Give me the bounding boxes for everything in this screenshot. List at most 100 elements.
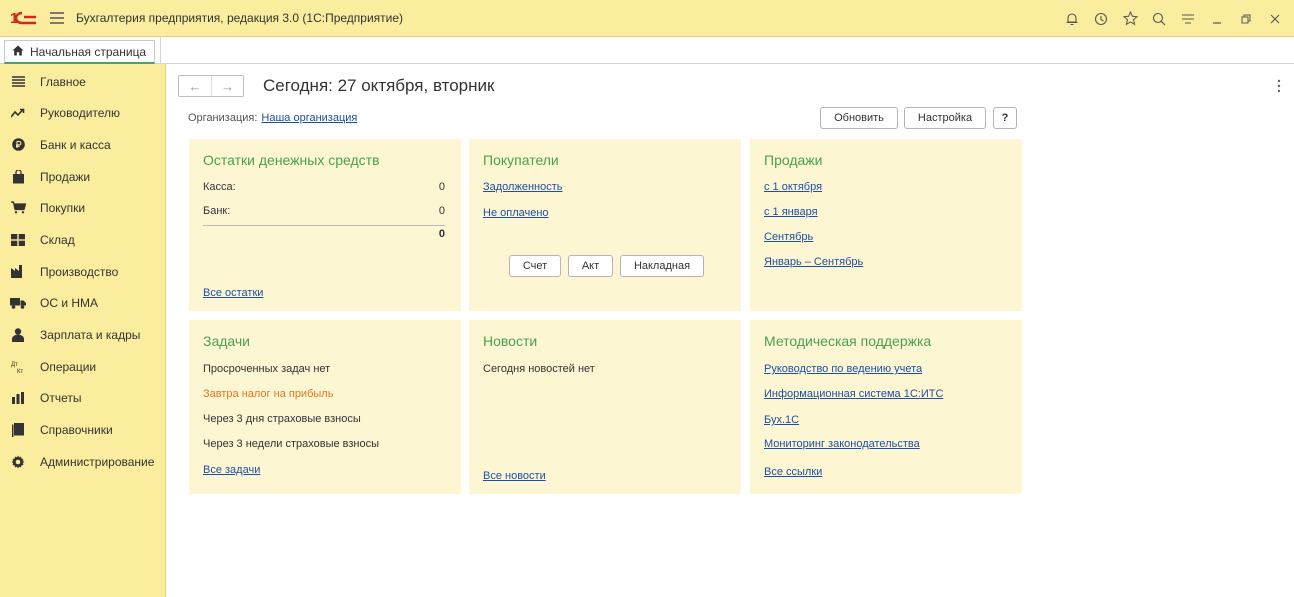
customers-panel: Покупатели Задолженность Не оплачено Сче… — [469, 139, 741, 311]
invoice-button[interactable]: Счет — [509, 255, 561, 277]
panel-title: Остатки денежных средств — [203, 152, 380, 168]
bank-value: 0 — [438, 205, 445, 217]
home-icon — [12, 45, 24, 59]
debt-link[interactable]: Задолженность — [483, 181, 563, 193]
sidebar-item-label: Зарплата и кадры — [40, 327, 141, 342]
tasks-panel: Задачи Просроченных задач нет Завтра нал… — [189, 320, 461, 494]
task-item[interactable]: Через 3 недели страховые взносы — [203, 438, 379, 450]
sidebar-item-label: Банк и касса — [40, 137, 111, 152]
star-icon[interactable] — [1117, 6, 1143, 32]
tab-label: Начальная страница — [30, 44, 147, 59]
search-icon[interactable] — [1146, 6, 1172, 32]
act-button[interactable]: Акт — [568, 255, 613, 277]
all-links-link[interactable]: Все ссылки — [764, 466, 822, 478]
news-panel: Новости Сегодня новостей нет Все новости — [469, 320, 741, 494]
trend-icon — [10, 105, 26, 121]
sidebar-item-sales[interactable]: Продажи — [0, 161, 166, 192]
gear-icon — [10, 454, 26, 470]
divider — [160, 37, 161, 64]
dt-kt-icon: Дт Кт — [10, 359, 26, 375]
factory-icon — [10, 264, 26, 280]
buh1c-link[interactable]: Бух.1С — [764, 414, 799, 426]
cash-balance-panel: Остатки денежных средств Касса: 0 Банк: … — [189, 139, 461, 311]
sales-panel: Продажи с 1 октября с 1 января Сентябрь … — [750, 139, 1022, 311]
sidebar-item-manager[interactable]: Руководителю — [0, 97, 166, 128]
list-icon — [10, 74, 26, 90]
minimize-icon[interactable] — [1204, 6, 1230, 32]
support-panel: Методическая поддержка Руководство по ве… — [750, 320, 1022, 494]
more-options-icon[interactable] — [1276, 78, 1282, 94]
tab-home[interactable]: Начальная страница — [4, 40, 155, 64]
help-button[interactable]: ? — [993, 107, 1017, 129]
main-menu-icon[interactable] — [46, 8, 68, 28]
sidebar-item-admin[interactable]: Администрирование — [0, 446, 166, 477]
close-icon[interactable] — [1262, 6, 1288, 32]
sales-september-link[interactable]: Сентябрь — [764, 231, 813, 243]
divider — [203, 225, 445, 226]
total-value: 0 — [438, 228, 445, 240]
all-tasks-link[interactable]: Все задачи — [203, 464, 260, 476]
sidebar-item-salary[interactable]: Зарплата и кадры — [0, 319, 166, 350]
1c-logo[interactable]: 1 — [10, 9, 38, 27]
sidebar-item-operations[interactable]: Дт Кт Операции — [0, 351, 166, 382]
refresh-button[interactable]: Обновить — [820, 107, 898, 129]
panel-title: Покупатели — [483, 152, 559, 168]
restore-icon[interactable] — [1233, 6, 1259, 32]
sidebar-item-reports[interactable]: Отчеты — [0, 382, 166, 413]
svg-text:Кт: Кт — [17, 369, 23, 374]
bar-chart-icon — [10, 390, 26, 406]
sidebar-item-label: ОС и НМА — [40, 295, 99, 310]
book-icon — [10, 422, 26, 438]
waybill-button[interactable]: Накладная — [620, 255, 704, 277]
settings-button[interactable]: Настройка — [904, 107, 986, 129]
organization-link[interactable]: Наша организация — [261, 112, 357, 124]
sales-jan-sep-link[interactable]: Январь – Сентябрь — [764, 256, 863, 268]
sidebar-item-assets[interactable]: ОС и НМА — [0, 287, 166, 318]
organization-row: Организация: Наша организация — [188, 112, 357, 124]
sidebar-item-production[interactable]: Производство — [0, 256, 166, 287]
sidebar-item-label: Главное — [40, 74, 86, 89]
unpaid-link[interactable]: Не оплачено — [483, 207, 549, 219]
sidebar-item-label: Склад — [40, 232, 75, 247]
history-nav: ← → — [178, 75, 244, 97]
news-status: Сегодня новостей нет — [483, 363, 595, 375]
sales-since-january-link[interactable]: с 1 января — [764, 206, 818, 218]
task-item[interactable]: Завтра налог на прибыль — [203, 388, 333, 400]
sidebar-item-label: Справочники — [40, 422, 113, 437]
panel-title: Продажи — [764, 152, 823, 168]
bag-icon — [10, 169, 26, 185]
sidebar-item-purchases[interactable]: Покупки — [0, 192, 166, 223]
its-link[interactable]: Информационная система 1С:ИТС — [764, 388, 943, 400]
sidebar-item-label: Производство — [40, 264, 119, 279]
sidebar-item-warehouse[interactable]: Склад — [0, 224, 166, 255]
history-icon[interactable] — [1088, 6, 1114, 32]
panel-title: Методическая поддержка — [764, 333, 932, 349]
main-content: ← → Сегодня: 27 октября, вторник Организ… — [167, 64, 1294, 597]
accounting-guide-link[interactable]: Руководство по ведению учета — [764, 363, 922, 375]
sidebar-item-label: Покупки — [40, 200, 86, 215]
person-icon — [10, 327, 26, 343]
all-news-link[interactable]: Все новости — [483, 470, 546, 482]
all-balances-link[interactable]: Все остатки — [203, 287, 263, 299]
sidebar-item-label: Отчеты — [40, 390, 82, 405]
truck-icon — [10, 295, 26, 311]
back-arrow-icon[interactable]: ← — [179, 76, 211, 96]
legislation-monitoring-link[interactable]: Мониторинг законодательства — [764, 438, 920, 450]
ruble-icon — [10, 137, 26, 153]
sidebar-item-directories[interactable]: Справочники — [0, 414, 166, 445]
cart-icon — [10, 200, 26, 216]
sidebar-item-main[interactable]: Главное — [0, 66, 166, 97]
panel-title: Новости — [483, 333, 538, 349]
menu-icon[interactable] — [1175, 6, 1201, 32]
sidebar-item-label: Операции — [40, 359, 97, 374]
task-item: Просроченных задач нет — [203, 363, 331, 375]
warehouse-icon — [10, 232, 26, 248]
bank-label: Банк: — [203, 205, 231, 217]
task-item[interactable]: Через 3 дня страховые взносы — [203, 413, 361, 425]
sidebar-item-bank[interactable]: Банк и касса — [0, 129, 166, 160]
forward-arrow-icon[interactable]: → — [211, 76, 243, 96]
bell-icon[interactable] — [1059, 6, 1085, 32]
cash-value: 0 — [438, 181, 445, 193]
svg-text:Дт: Дт — [11, 362, 18, 368]
sales-since-october-link[interactable]: с 1 октября — [764, 181, 822, 193]
